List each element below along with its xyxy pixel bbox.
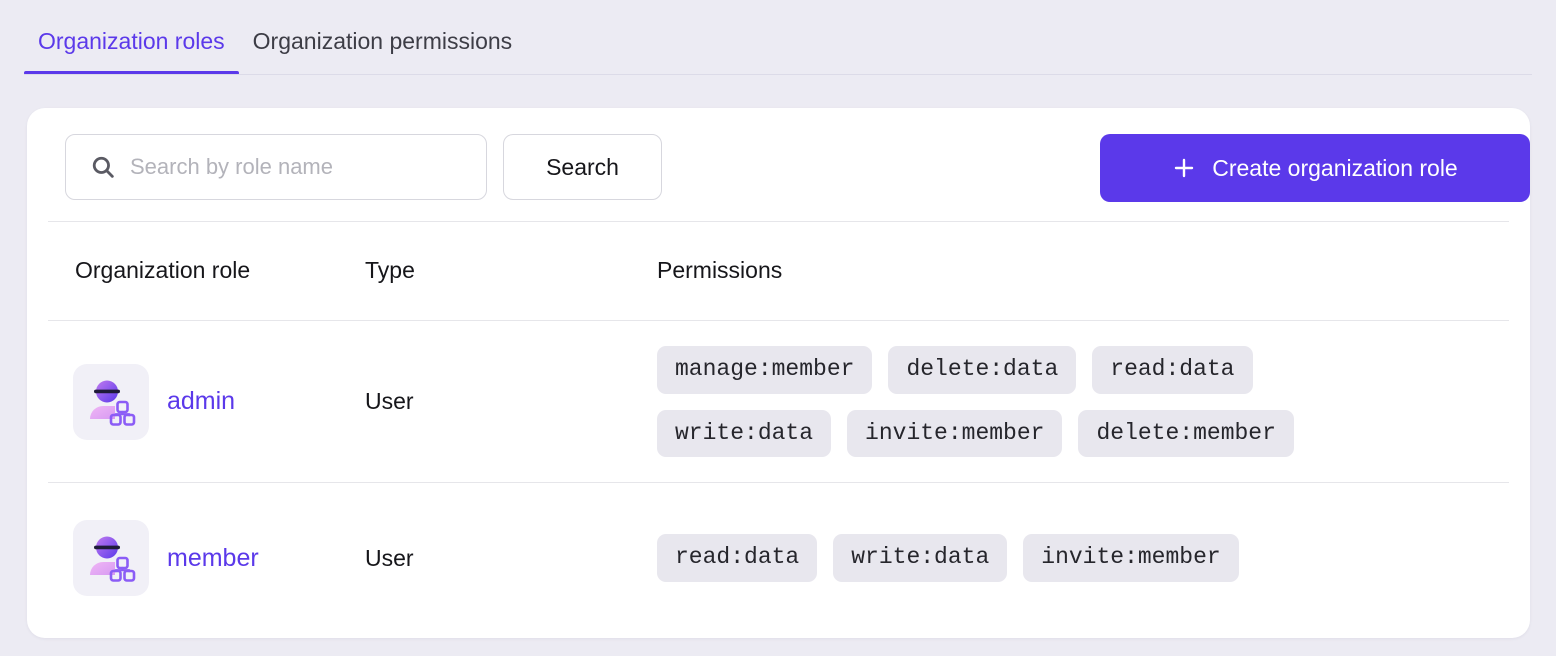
permission-chip: invite:member — [1023, 534, 1238, 581]
permission-chip: write:data — [657, 410, 831, 457]
table-row: member User read:data write:data invite:… — [27, 483, 1530, 633]
role-link-member[interactable]: member — [167, 544, 259, 573]
table-row: admin User manage:member delete:data rea… — [27, 321, 1530, 482]
cell-type: User — [365, 321, 414, 482]
tab-organization-permissions[interactable]: Organization permissions — [239, 30, 527, 75]
tab-bar: Organization roles Organization permissi… — [0, 0, 1556, 75]
roles-toolbar: Search Create organization role — [27, 108, 1530, 221]
table-header-row: Organization role Type Permissions — [27, 221, 1530, 320]
permission-chip: write:data — [833, 534, 1007, 581]
column-header-permissions: Permissions — [657, 257, 782, 284]
tab-organization-permissions-label: Organization permissions — [253, 28, 513, 54]
organization-role-avatar-icon — [73, 520, 149, 596]
permission-chip: delete:member — [1078, 410, 1293, 457]
cell-organization-role: admin — [73, 321, 235, 482]
tab-organization-roles[interactable]: Organization roles — [24, 30, 239, 75]
plus-icon — [1172, 156, 1196, 180]
search-button[interactable]: Search — [503, 134, 662, 200]
tab-organization-roles-label: Organization roles — [38, 28, 225, 54]
search-field[interactable] — [65, 134, 487, 200]
tab-list: Organization roles Organization permissi… — [24, 0, 526, 75]
cell-type: User — [365, 483, 414, 633]
cell-permissions: manage:member delete:data read:data writ… — [657, 321, 1490, 482]
search-icon — [90, 154, 116, 180]
permission-chip: read:data — [1092, 346, 1252, 393]
column-header-type: Type — [365, 257, 415, 284]
permission-chip: manage:member — [657, 346, 872, 393]
permission-chip-list: read:data write:data invite:member — [657, 534, 1239, 581]
permission-chip-list: manage:member delete:data read:data writ… — [657, 346, 1417, 457]
role-link-admin[interactable]: admin — [167, 387, 235, 416]
create-organization-role-button[interactable]: Create organization role — [1100, 134, 1530, 202]
cell-organization-role: member — [73, 483, 259, 633]
permission-chip: read:data — [657, 534, 817, 581]
roles-card: Search Create organization role Organiza… — [27, 108, 1530, 638]
cell-permissions: read:data write:data invite:member — [657, 483, 1490, 633]
permission-chip: delete:data — [888, 346, 1076, 393]
create-organization-role-label: Create organization role — [1212, 155, 1457, 182]
permission-chip: invite:member — [847, 410, 1062, 457]
tab-bar-divider — [24, 74, 1532, 75]
column-header-organization-role: Organization role — [75, 257, 250, 284]
organization-role-avatar-icon — [73, 364, 149, 440]
search-input[interactable] — [130, 154, 486, 180]
